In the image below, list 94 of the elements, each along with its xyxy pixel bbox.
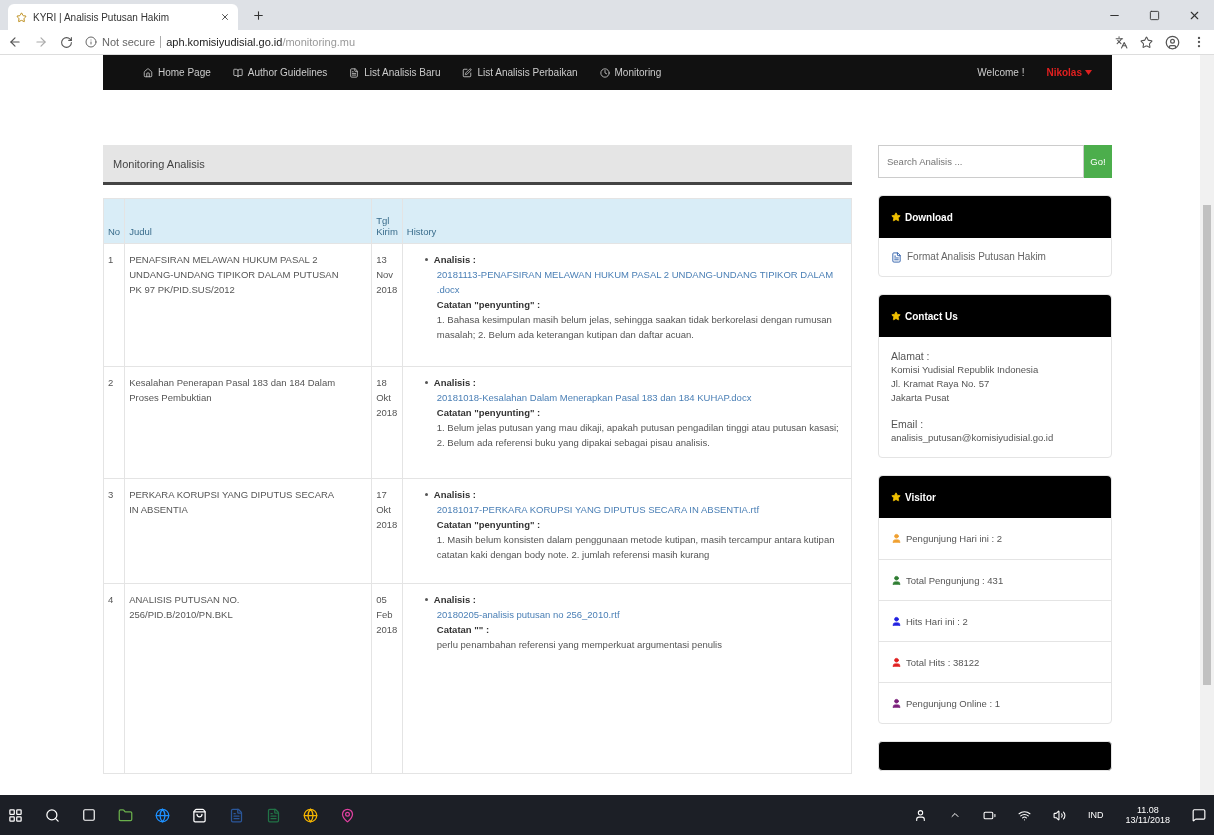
star-icon (891, 311, 901, 321)
language-indicator[interactable]: IND (1088, 810, 1104, 820)
nav-link[interactable]: Author Guidelines (247, 67, 328, 78)
task-view-icon[interactable] (82, 808, 96, 822)
catatan-text: 1. Masih belum konsisten dalam penggunaan metode kutipan, masih tercampur antara kutipan catatan kaki dengan body note. 2. jumlah referensi masih kurang (436, 533, 836, 562)
address-line: Komisi Yudisial Republik Indonesia (891, 363, 1040, 377)
welcome-text: Welcome ! (977, 67, 1025, 78)
people-icon[interactable] (914, 808, 928, 822)
catatan-label: Catatan "penyunting" : (436, 407, 541, 418)
panel-title: Monitoring Analisis (103, 145, 852, 185)
panel-heading: Contact Us (905, 310, 958, 322)
panel-heading: Visitor (905, 491, 936, 503)
table-cell: 4 (103, 583, 125, 774)
table-cell: 13 Nov 2018 (371, 243, 403, 367)
panel-heading: Download (905, 211, 953, 223)
bookmark-icon[interactable] (1140, 35, 1153, 49)
document-icon[interactable] (891, 251, 902, 263)
file-link[interactable]: 20180205-analisis putusan no 256_2010.rtf (436, 607, 847, 622)
star-icon (891, 212, 901, 222)
profile-icon[interactable] (1165, 34, 1180, 50)
nav-link[interactable]: Home Page (158, 67, 211, 78)
book-icon[interactable] (232, 67, 243, 78)
search-field[interactable]: Search Analisis ... (878, 145, 1084, 178)
nav-link[interactable]: Monitoring (614, 67, 662, 78)
table-cell: ANALISIS PUTUSAN NO. 256/PID.B/2010/PN.BKL (124, 583, 372, 774)
clock-time: 11.08 (1136, 805, 1159, 815)
browser-tab[interactable]: KYRI | Analisis Putusan Hakim (8, 4, 238, 30)
new-tab-icon[interactable] (251, 8, 265, 22)
security-label: Not secure (102, 36, 156, 48)
catatan-text: 1. Bahasa kesimpulan masih belum jelas, sehingga saakan tidak berkorelasi dengan rumusan masalah; 2. Belum ada keterangan kutipan dan daftar acuan. (436, 313, 833, 342)
visitor-stat: Pengunjung Hari ini : 2 (906, 533, 1003, 544)
start-icon[interactable] (8, 807, 23, 823)
spreadsheet-icon[interactable] (266, 807, 281, 823)
column-header: No (103, 198, 125, 244)
table-cell: PERKARA KORUPSI YANG DIPUTUS SECARA IN ABSENTIA (124, 478, 372, 584)
scrollbar[interactable] (1200, 55, 1214, 795)
address-line: Jakarta Pusat (891, 391, 951, 405)
table-cell: 18 Okt 2018 (371, 366, 403, 479)
nav-link[interactable]: List Analisis Perbaikan (477, 67, 578, 78)
table-cell: 2 (103, 366, 125, 479)
visitor-stat: Total Pengunjung : 431 (906, 574, 1004, 586)
user-menu[interactable]: Nikolas (1046, 67, 1082, 78)
table-cell: 05 Feb 2018 (371, 583, 403, 774)
analisis-label: Analisis : (433, 489, 477, 500)
url-text[interactable]: aph.komisiyudisial.go.id/monitoring.mu (166, 36, 356, 48)
visitor-stat: Total Hits : 38122 (906, 656, 980, 668)
table-cell: 3 (103, 478, 125, 584)
address-label: Alamat : (891, 349, 931, 363)
clock-icon[interactable] (599, 67, 610, 78)
download-link[interactable]: Format Analisis Putusan Hakim (907, 250, 1046, 264)
catatan-label: Catatan "penyunting" : (436, 519, 541, 530)
search-icon[interactable] (45, 807, 60, 823)
close-icon[interactable] (220, 12, 230, 22)
table-cell: 1 (103, 243, 125, 367)
email-label: Email : (891, 417, 925, 431)
maximize-icon[interactable] (1148, 9, 1160, 21)
volume-icon[interactable] (1053, 808, 1067, 822)
nav-link[interactable]: List Analisis Baru (364, 67, 441, 78)
browser-icon[interactable] (155, 807, 170, 823)
star-icon (891, 492, 901, 502)
home-icon[interactable] (143, 67, 153, 78)
table-cell: 17 Okt 2018 (371, 478, 403, 584)
clock-date: 13/11/2018 (1125, 815, 1170, 825)
caret-icon[interactable] (1085, 70, 1092, 75)
visitor-stat: Hits Hari ini : 2 (906, 615, 968, 627)
analisis-label: Analisis : (433, 377, 477, 388)
analisis-label: Analisis : (433, 594, 477, 605)
info-icon[interactable] (85, 36, 97, 48)
store-icon[interactable] (192, 807, 207, 823)
catatan-text: 1. Belum jelas putusan yang mau dikaji, apakah putusan pengadilan tinggi atau putusan kasasi; 2. Belum ada referensi buku yang dipakai sebagai pisau analisis. (436, 421, 840, 450)
catatan-text: perlu penambahan referensi yang memperkuat argumentasi penulis (436, 638, 723, 652)
translate-icon[interactable] (1115, 35, 1128, 49)
notification-icon[interactable] (1192, 808, 1206, 822)
reload-icon[interactable] (60, 35, 73, 49)
wifi-icon (1018, 808, 1032, 822)
table-cell: Kesalahan Penerapan Pasal 183 dan 184 Dalam Proses Pembuktian (124, 366, 372, 479)
email-text: analisis_putusan@komisiyudisial.go.id (891, 431, 1055, 445)
column-header: History (402, 198, 852, 244)
table-cell: PENAFSIRAN MELAWAN HUKUM PASAL 2 UNDANG-UNDANG TIPIKOR DALAM PUTUSAN PK 97 PK/PID.SUS/2012 (124, 243, 372, 367)
file-link[interactable]: 20181018-Kesalahan Dalam Menerapkan Pasal 183 dan 184 KUHAP.docx (436, 390, 847, 405)
edit-icon[interactable] (462, 67, 473, 78)
tab-title: KYRI | Analisis Putusan Hakim (33, 11, 169, 23)
analisis-label: Analisis : (433, 254, 477, 265)
column-header: Tgl Kirim (371, 198, 403, 244)
column-header: Judul (124, 198, 372, 244)
file-link[interactable]: 20181017-PERKARA KORUPSI YANG DIPUTUS SECARA IN ABSENTIA.rtf (436, 502, 847, 517)
file-link[interactable]: 20181113-PENAFSIRAN MELAWAN HUKUM PASAL 2 UNDANG-UNDANG TIPIKOR DALAM .docx (436, 267, 847, 297)
back-icon[interactable] (8, 35, 22, 49)
catatan-label: Catatan "penyunting" : (436, 299, 541, 310)
folder-icon[interactable] (118, 807, 133, 823)
catatan-label: Catatan "" : (436, 624, 490, 635)
visitor-stat: Pengunjung Online : 1 (906, 697, 1001, 709)
address-line: Jl. Kramat Raya No. 57 (891, 377, 991, 391)
pin-icon[interactable] (340, 807, 355, 823)
